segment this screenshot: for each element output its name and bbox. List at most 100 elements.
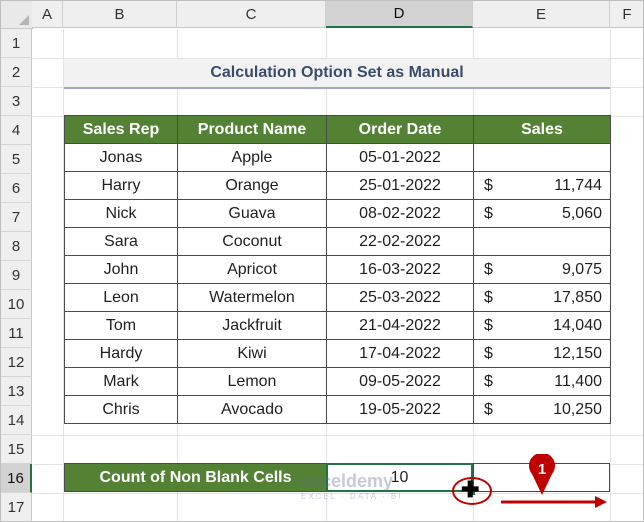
row-header-15[interactable]: 15 [1, 435, 32, 464]
table-row: Sara Coconut 22-02-2022 [64, 227, 611, 256]
step-marker-icon: 1 [526, 452, 558, 501]
table-row: Chris Avocado 19-05-2022 $10,250 [64, 395, 611, 424]
cell-sales[interactable]: $10,250 [473, 395, 611, 424]
sales-amount: 12,150 [553, 345, 602, 362]
count-value-cell[interactable]: 10 [326, 463, 473, 492]
drag-arrow-icon [501, 495, 609, 514]
cell-order-date[interactable]: 22-02-2022 [326, 227, 474, 256]
table-header-row: Sales Rep Product Name Order Date Sales [64, 115, 611, 144]
cell-sales-rep[interactable]: Nick [64, 199, 178, 228]
cell-sales[interactable]: $11,744 [473, 171, 611, 200]
cell-product[interactable]: Lemon [177, 367, 327, 396]
cell-sales-rep[interactable]: Mark [64, 367, 178, 396]
cell-sales[interactable]: $17,850 [473, 283, 611, 312]
sheet-title[interactable]: Calculation Option Set as Manual [64, 59, 610, 89]
row-header-8[interactable]: 8 [1, 232, 32, 261]
row-header-9[interactable]: 9 [1, 261, 32, 290]
header-sales-rep[interactable]: Sales Rep [64, 115, 178, 144]
cell-sales-rep[interactable]: Sara [64, 227, 178, 256]
table-row: Harry Orange 25-01-2022 $11,744 [64, 171, 611, 200]
currency-symbol: $ [484, 261, 493, 278]
cell-sales[interactable] [473, 227, 611, 256]
row-header-2[interactable]: 2 [1, 58, 32, 87]
table-row: Jonas Apple 05-01-2022 [64, 143, 611, 172]
row-header-14[interactable]: 14 [1, 406, 32, 435]
cell-product[interactable]: Orange [177, 171, 327, 200]
sales-amount: 17,850 [553, 289, 602, 306]
spreadsheet-window: A B C D E F 1 2 3 4 5 6 7 8 9 10 11 12 1… [0, 0, 644, 522]
cell-sales-rep[interactable]: John [64, 255, 178, 284]
header-product-name[interactable]: Product Name [177, 115, 327, 144]
sales-table: Sales Rep Product Name Order Date Sales … [64, 115, 611, 424]
column-header-b[interactable]: B [63, 1, 177, 28]
sales-amount: 14,040 [553, 317, 602, 334]
cell-order-date[interactable]: 25-01-2022 [326, 171, 474, 200]
row-header-7[interactable]: 7 [1, 203, 32, 232]
cell-sales-rep[interactable]: Leon [64, 283, 178, 312]
currency-symbol: $ [484, 177, 493, 194]
cell-sales-rep[interactable]: Jonas [64, 143, 178, 172]
cell-product[interactable]: Apricot [177, 255, 327, 284]
cell-order-date[interactable]: 19-05-2022 [326, 395, 474, 424]
row-header-10[interactable]: 10 [1, 290, 32, 319]
cell-sales[interactable] [473, 143, 611, 172]
cell-order-date[interactable]: 09-05-2022 [326, 367, 474, 396]
column-header-a[interactable]: A [32, 1, 63, 28]
sales-amount: 5,060 [561, 205, 602, 222]
column-header-c[interactable]: C [177, 1, 326, 28]
currency-symbol: $ [484, 345, 493, 362]
cell-sales[interactable]: $12,150 [473, 339, 611, 368]
cell-sales-rep[interactable]: Tom [64, 311, 178, 340]
row-header-6[interactable]: 6 [1, 174, 32, 203]
fill-cursor-icon: ✚ [461, 477, 480, 502]
cell-sales-rep[interactable]: Chris [64, 395, 178, 424]
currency-symbol: $ [484, 373, 493, 390]
cell-order-date[interactable]: 17-04-2022 [326, 339, 474, 368]
cell-sales[interactable]: $5,060 [473, 199, 611, 228]
row-header-12[interactable]: 12 [1, 348, 32, 377]
table-row: Hardy Kiwi 17-04-2022 $12,150 [64, 339, 611, 368]
currency-symbol: $ [484, 317, 493, 334]
column-header-e[interactable]: E [473, 1, 610, 28]
table-row: Nick Guava 08-02-2022 $5,060 [64, 199, 611, 228]
select-all-icon[interactable] [1, 1, 33, 29]
column-header-d[interactable]: D [326, 1, 473, 28]
sales-amount: 9,075 [561, 261, 602, 278]
row-header-1[interactable]: 1 [1, 29, 32, 58]
table-row: Mark Lemon 09-05-2022 $11,400 [64, 367, 611, 396]
table-row: John Apricot 16-03-2022 $9,075 [64, 255, 611, 284]
currency-symbol: $ [484, 401, 493, 418]
cell-order-date[interactable]: 25-03-2022 [326, 283, 474, 312]
count-label-cell[interactable]: Count of Non Blank Cells [64, 463, 327, 492]
row-header-17[interactable]: 17 [1, 493, 32, 521]
row-header-16[interactable]: 16 [1, 464, 32, 493]
row-header-4[interactable]: 4 [1, 116, 32, 145]
table-row: Tom Jackfruit 21-04-2022 $14,040 [64, 311, 611, 340]
cell-product[interactable]: Coconut [177, 227, 327, 256]
cell-sales-rep[interactable]: Hardy [64, 339, 178, 368]
header-order-date[interactable]: Order Date [326, 115, 474, 144]
row-header-11[interactable]: 11 [1, 319, 32, 348]
cell-product[interactable]: Apple [177, 143, 327, 172]
row-header-3[interactable]: 3 [1, 87, 32, 116]
cell-order-date[interactable]: 08-02-2022 [326, 199, 474, 228]
cell-sales[interactable]: $14,040 [473, 311, 611, 340]
sales-amount: 11,400 [554, 373, 602, 390]
row-header-5[interactable]: 5 [1, 145, 32, 174]
cell-product[interactable]: Avocado [177, 395, 327, 424]
cell-sales-rep[interactable]: Harry [64, 171, 178, 200]
currency-symbol: $ [484, 289, 493, 306]
cell-product[interactable]: Jackfruit [177, 311, 327, 340]
cell-order-date[interactable]: 21-04-2022 [326, 311, 474, 340]
cell-product[interactable]: Kiwi [177, 339, 327, 368]
sales-amount: 10,250 [553, 401, 602, 418]
cell-sales[interactable]: $9,075 [473, 255, 611, 284]
column-header-f[interactable]: F [610, 1, 643, 28]
row-header-13[interactable]: 13 [1, 377, 32, 406]
cell-order-date[interactable]: 16-03-2022 [326, 255, 474, 284]
header-sales[interactable]: Sales [473, 115, 611, 144]
cell-product[interactable]: Guava [177, 199, 327, 228]
cell-order-date[interactable]: 05-01-2022 [326, 143, 474, 172]
cell-sales[interactable]: $11,400 [473, 367, 611, 396]
cell-product[interactable]: Watermelon [177, 283, 327, 312]
